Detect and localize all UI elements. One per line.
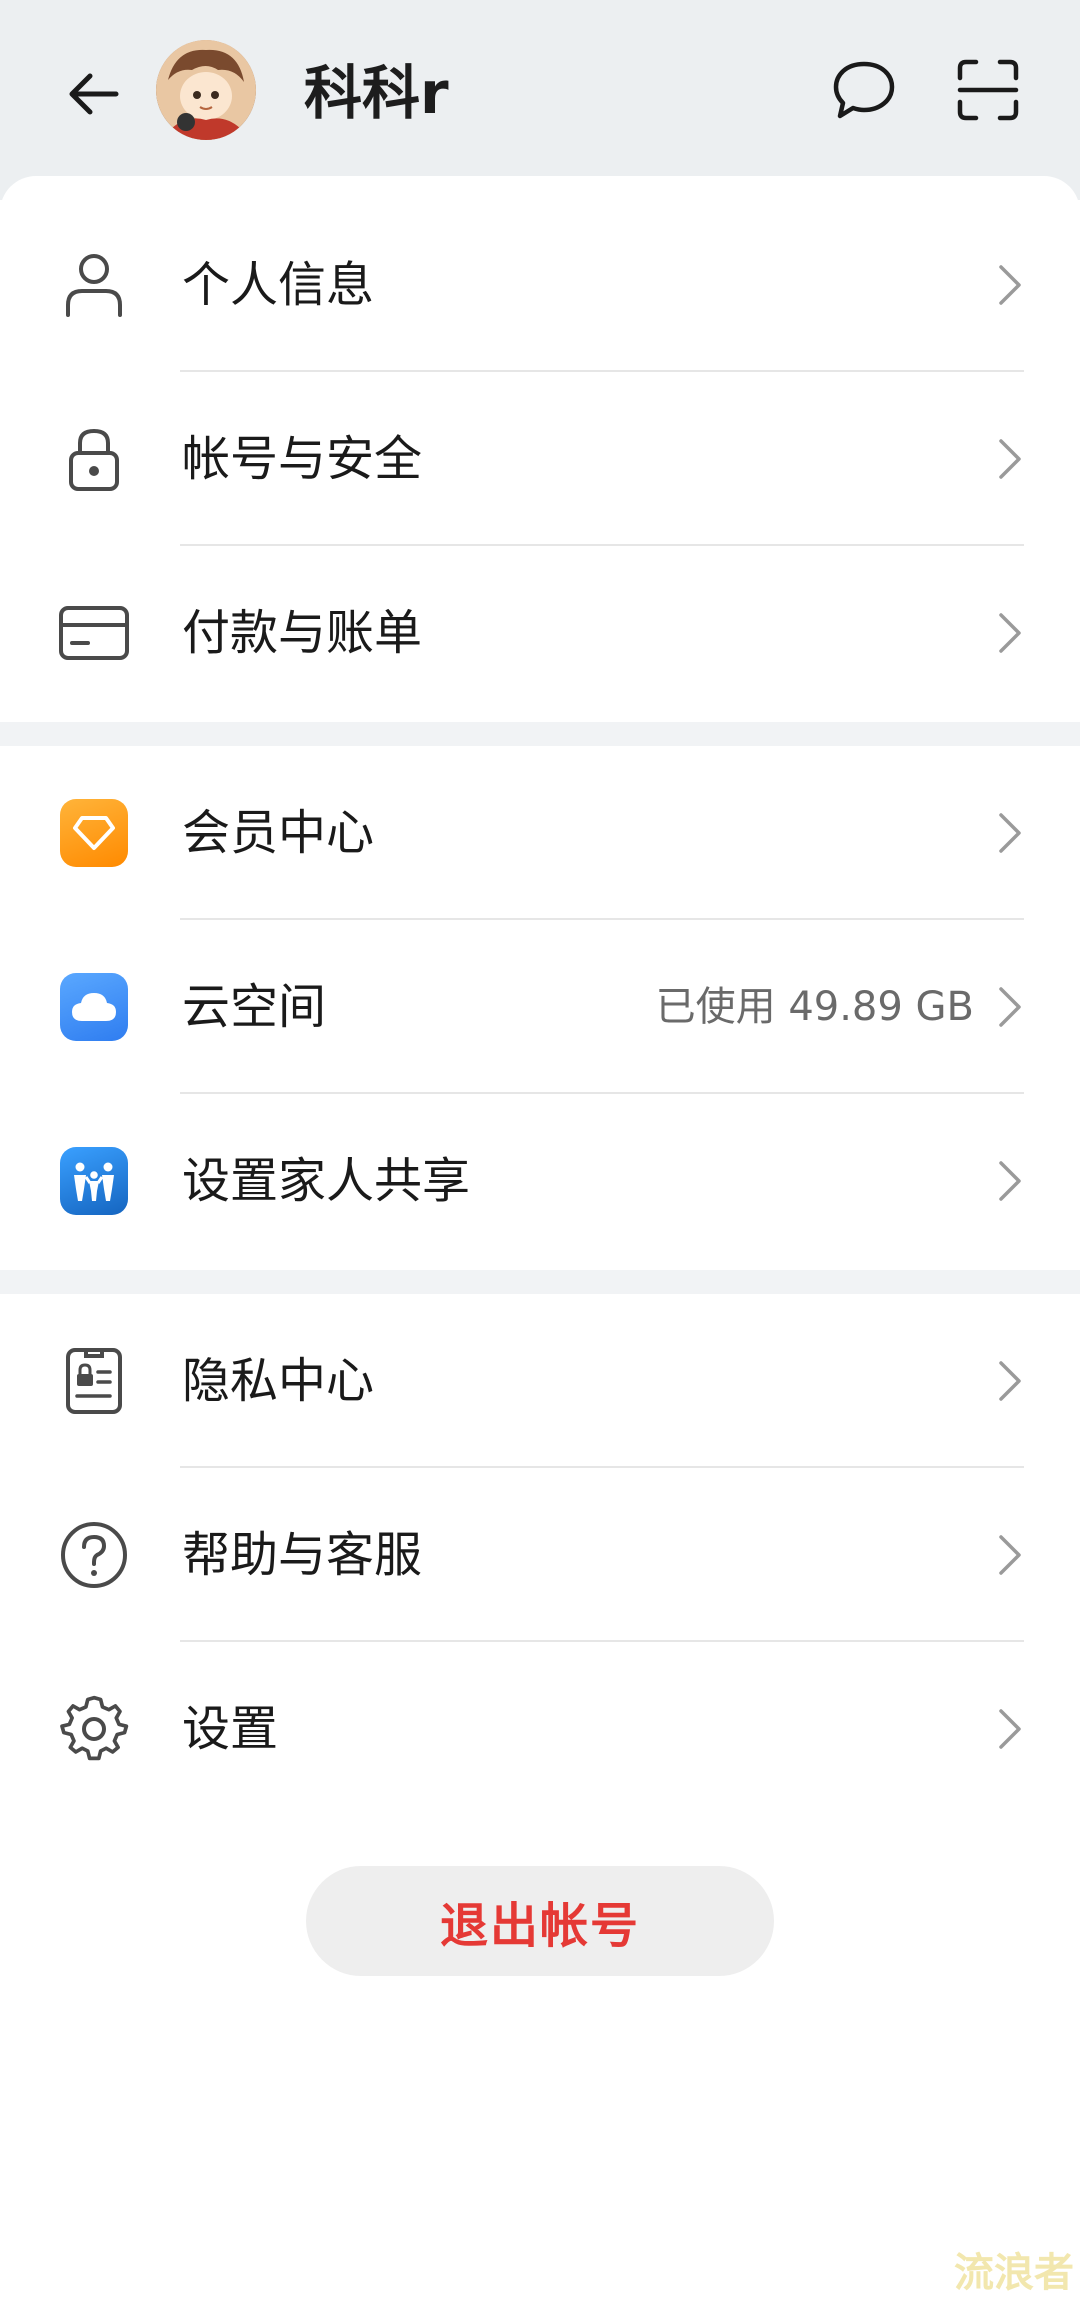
menu-item-payment-billing[interactable]: 付款与账单 — [0, 546, 1080, 720]
back-button[interactable] — [52, 52, 136, 136]
watermark: 流浪者 — [954, 2250, 1074, 2296]
menu-item-label: 帐号与安全 — [182, 431, 423, 487]
logout-label: 退出帐号 — [439, 1898, 640, 1954]
chevron-right-icon — [990, 1356, 1030, 1406]
back-arrow-icon — [69, 73, 119, 115]
menu-item-family-sharing[interactable]: 设置家人共享 — [0, 1094, 1080, 1268]
header-bar: 科科r — [0, 0, 1080, 200]
menu-item-account-security[interactable]: 帐号与安全 — [0, 372, 1080, 546]
help-icon — [56, 1517, 132, 1593]
menu-item-label: 帮助与客服 — [182, 1527, 423, 1583]
logout-button[interactable]: 退出帐号 — [306, 1866, 774, 1976]
chevron-right-icon — [990, 260, 1030, 310]
section-gap — [0, 1270, 1080, 1294]
chevron-right-icon — [990, 434, 1030, 484]
menu-item-settings[interactable]: 设置 — [0, 1642, 1080, 1816]
chevron-right-icon — [990, 608, 1030, 658]
menu-item-help-support[interactable]: 帮助与客服 — [0, 1468, 1080, 1642]
menu-item-membership[interactable]: 会员中心 — [0, 746, 1080, 920]
privacy-badge-icon — [56, 1343, 132, 1419]
family-icon — [56, 1143, 132, 1219]
storage-usage: 已使用 49.89 GB — [655, 984, 974, 1030]
section-gap — [0, 722, 1080, 746]
chevron-right-icon — [990, 808, 1030, 858]
menu-item-label: 云空间 — [182, 979, 327, 1035]
scan-button[interactable] — [946, 48, 1030, 132]
cloud-icon — [56, 969, 132, 1045]
menu-item-label: 个人信息 — [182, 257, 375, 313]
account-page: 科科r 个人信息 帐号与安全 付款与账单 会员中心 云空间 已使用 49.89 … — [0, 0, 1080, 2310]
lock-icon — [56, 421, 132, 497]
menu-item-label: 设置 — [182, 1701, 279, 1757]
menu-item-label: 隐私中心 — [182, 1353, 375, 1409]
menu-item-label: 会员中心 — [182, 805, 375, 861]
chevron-right-icon — [990, 1704, 1030, 1754]
messages-button[interactable] — [822, 48, 906, 132]
message-bubble-icon — [833, 61, 895, 119]
menu-item-label: 设置家人共享 — [182, 1153, 471, 1209]
username[interactable]: 科科r — [304, 58, 449, 128]
avatar-image — [156, 40, 256, 140]
chevron-right-icon — [990, 982, 1030, 1032]
card-icon — [56, 595, 132, 671]
account-section: 个人信息 帐号与安全 付款与账单 — [0, 176, 1080, 722]
person-icon — [56, 247, 132, 323]
chevron-right-icon — [990, 1530, 1030, 1580]
chevron-right-icon — [990, 1156, 1030, 1206]
support-section: 隐私中心 帮助与客服 设置 — [0, 1294, 1080, 1816]
gear-icon — [56, 1691, 132, 1767]
services-section: 会员中心 云空间 已使用 49.89 GB 设置家人共享 — [0, 746, 1080, 1270]
menu-item-label: 付款与账单 — [182, 605, 423, 661]
scan-icon — [957, 59, 1019, 121]
diamond-icon — [56, 795, 132, 871]
menu-item-cloud-space[interactable]: 云空间 已使用 49.89 GB — [0, 920, 1080, 1094]
avatar[interactable] — [156, 40, 256, 140]
menu-item-privacy-center[interactable]: 隐私中心 — [0, 1294, 1080, 1468]
menu-item-personal-info[interactable]: 个人信息 — [0, 198, 1080, 372]
